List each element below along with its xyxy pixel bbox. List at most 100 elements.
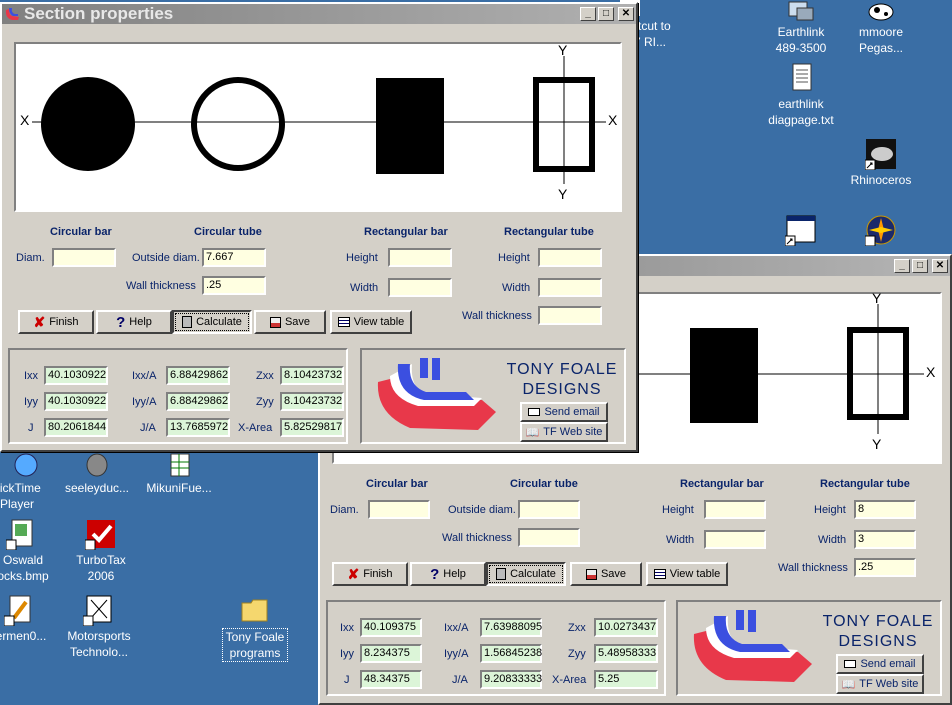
desktop-icon-motorsports[interactable]: Motorsports Technolo... [54, 594, 144, 660]
ixxa-label: Ixx/A [444, 622, 469, 634]
question-icon: ? [430, 565, 440, 583]
y-axis-label-bottom: Y [872, 436, 882, 452]
desktop-icon-window-shortcut[interactable] [756, 214, 846, 248]
x-axis-label-right: X [608, 112, 618, 128]
header-circular-tube: Circular tube [194, 226, 262, 238]
outside-diam-label: Outside diam. [132, 252, 200, 264]
help-button[interactable]: ? Help [96, 310, 172, 334]
minimize-button[interactable]: _ [894, 259, 910, 273]
desktop-icon-compass[interactable] [836, 214, 926, 248]
wall-thickness-field[interactable]: .25 [202, 276, 266, 295]
wall-thickness-field[interactable] [518, 528, 580, 547]
folder-icon [239, 594, 271, 626]
header-circular-bar: Circular bar [366, 478, 428, 490]
image-file-icon [81, 452, 113, 478]
rectangular-bar-shape [376, 78, 444, 174]
outside-diam-field[interactable] [518, 500, 580, 519]
calculate-button[interactable]: Calculate [486, 562, 566, 586]
rt-width-field[interactable] [538, 278, 602, 297]
outside-diam-field[interactable]: 7.667 [202, 248, 266, 267]
save-button[interactable]: Save [254, 310, 326, 334]
y-axis-label-top: Y [558, 42, 568, 58]
diam-field[interactable] [368, 500, 430, 519]
save-icon [585, 568, 597, 580]
close-button[interactable]: ✕ [618, 7, 634, 21]
rt-width-label: Width [818, 534, 847, 546]
rt-width-field[interactable]: 3 [854, 530, 916, 549]
text-file-icon [785, 62, 817, 94]
ixx-value: 40.1030922 [44, 366, 108, 385]
view-table-button[interactable]: View table [646, 562, 728, 586]
calculator-icon [182, 316, 193, 328]
network-icon [785, 0, 817, 22]
zyy-label: Zyy [568, 648, 586, 660]
close-button[interactable]: ✕ [932, 259, 948, 273]
maximize-button[interactable]: □ [598, 7, 614, 21]
ja-value: 13.7685972 [166, 418, 230, 437]
xarea-label: X-Area [238, 422, 273, 434]
envelope-icon [844, 660, 857, 668]
brand-line2: DESIGNS [522, 381, 602, 398]
help-button[interactable]: ? Help [410, 562, 486, 586]
web-site-button[interactable]: 📖 TF Web site [836, 674, 924, 694]
desktop-icon-seeley[interactable]: seeleyduc... [52, 452, 142, 496]
x-axis-label-right: X [926, 364, 936, 380]
brand-line1: TONY FOALE [506, 361, 618, 378]
desktop-icon-label: MikuniFue... [146, 481, 212, 495]
ja-value: 9.20833333 [480, 670, 542, 689]
finish-button[interactable]: ✘ Finish [332, 562, 408, 586]
header-rectangular-bar: Rectangular bar [364, 226, 448, 238]
rb-height-field[interactable] [388, 248, 452, 267]
send-email-button[interactable]: Send email [520, 402, 608, 422]
y-axis-label-top: Y [872, 290, 882, 306]
desktop-icon-tonyfoale[interactable]: Tony Foale programs [210, 594, 300, 662]
save-icon [269, 316, 281, 328]
zyy-value: 8.10423732 [280, 392, 344, 411]
diam-label: Diam. [330, 504, 359, 516]
rt-height-label: Height [498, 252, 530, 264]
view-table-button[interactable]: View table [330, 310, 412, 334]
calculate-button[interactable]: Calculate [172, 310, 252, 334]
send-email-button[interactable]: Send email [836, 654, 924, 674]
desktop-icon-mikuni[interactable]: MikuniFue... [134, 452, 224, 496]
desktop-icon-label: TurboTax 2006 [76, 553, 126, 583]
rb-height-field[interactable] [704, 500, 766, 519]
maximize-button[interactable]: □ [912, 259, 928, 273]
rt-wall-field[interactable] [538, 306, 602, 325]
compass-icon [864, 214, 897, 247]
desktop-icon-mmoore[interactable]: mmoore Pegas... [836, 0, 926, 56]
brand-line1: TONY FOALE [822, 613, 934, 630]
book-icon [82, 594, 115, 627]
section-drawing: X X Y Y [14, 42, 622, 212]
ixxa-value: 6.88429862 [166, 366, 230, 385]
rt-wall-field[interactable]: .25 [854, 558, 916, 577]
save-button[interactable]: Save [570, 562, 642, 586]
desktop-icon-turbotax[interactable]: TurboTax 2006 [56, 518, 146, 584]
wall-thickness-label: Wall thickness [442, 532, 512, 544]
ixx-label: Ixx [340, 622, 355, 634]
rt-height-field[interactable]: 8 [854, 500, 916, 519]
brand-panel: TONY FOALE DESIGNS Send email 📖 TF Web si… [360, 348, 626, 444]
rb-width-label: Width [350, 282, 379, 294]
finish-button[interactable]: ✘ Finish [18, 310, 94, 334]
desktop-icon-earthlink[interactable]: Earthlink 489-3500 [756, 0, 846, 56]
web-site-button[interactable]: 📖 TF Web site [520, 422, 608, 442]
header-rectangular-tube: Rectangular tube [504, 226, 594, 238]
rhinoceros-icon [864, 138, 897, 171]
book-icon: 📖 [525, 426, 540, 439]
outside-diam-label: Outside diam. [448, 504, 516, 516]
spreadsheet-icon [163, 452, 195, 478]
rb-width-field[interactable] [704, 530, 766, 549]
rt-height-field[interactable] [538, 248, 602, 267]
question-icon: ? [116, 313, 126, 331]
diam-field[interactable] [52, 248, 116, 267]
iyy-value: 8.234375 [360, 644, 422, 663]
rt-wall-label: Wall thickness [778, 562, 848, 574]
rb-width-field[interactable] [388, 278, 452, 297]
circular-tube-shape [191, 77, 285, 171]
brand-line2: DESIGNS [838, 633, 918, 650]
zxx-label: Zxx [568, 622, 586, 634]
desktop-icon-diagpage[interactable]: earthlink diagpage.txt [756, 62, 846, 128]
desktop-icon-rhino[interactable]: Rhinoceros [836, 138, 926, 188]
minimize-button[interactable]: _ [580, 7, 596, 21]
